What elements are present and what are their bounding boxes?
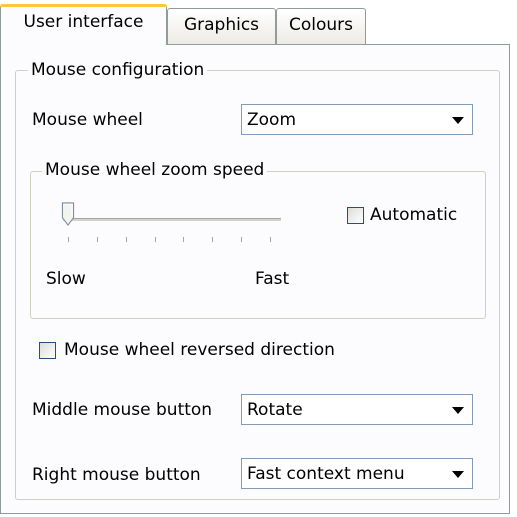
automatic-checkbox[interactable] <box>347 207 364 224</box>
reversed-direction-checkbox[interactable] <box>39 342 56 359</box>
slider-tick <box>241 237 243 242</box>
slider-tick <box>183 237 185 242</box>
middle-mouse-button-value: Rotate <box>247 400 303 420</box>
mouse-wheel-label: Mouse wheel <box>32 110 143 130</box>
slider-tick <box>212 237 214 242</box>
tab-graphics-label: Graphics <box>183 15 260 35</box>
slider-tick <box>96 237 98 242</box>
tab-colours[interactable]: Colours <box>276 8 366 44</box>
slow-label: Slow <box>46 269 86 289</box>
mouse-wheel-value: Zoom <box>247 110 297 130</box>
automatic-label[interactable]: Automatic <box>370 205 457 225</box>
mouse-configuration-title: Mouse configuration <box>28 60 208 80</box>
middle-mouse-button-label: Middle mouse button <box>32 400 213 420</box>
right-mouse-button-dropdown[interactable]: Fast context menu <box>241 458 473 489</box>
tab-strip: User interface Graphics Colours <box>0 0 517 45</box>
middle-mouse-button-dropdown[interactable]: Rotate <box>241 394 473 425</box>
fast-label: Fast <box>255 269 290 289</box>
right-mouse-button-value: Fast context menu <box>247 464 405 484</box>
tab-user-interface[interactable]: User interface <box>0 4 167 45</box>
slider-tick <box>154 237 156 242</box>
slider-tick <box>270 237 271 242</box>
mouse-wheel-dropdown[interactable]: Zoom <box>241 104 473 135</box>
tab-user-interface-label: User interface <box>23 12 144 32</box>
tab-graphics[interactable]: Graphics <box>167 8 276 44</box>
chevron-down-icon <box>452 117 464 124</box>
zoom-speed-track <box>63 218 281 221</box>
tab-colours-label: Colours <box>288 15 353 35</box>
tab-panel: Mouse configuration Mouse wheel Zoom Mou… <box>0 44 510 514</box>
zoom-speed-title: Mouse wheel zoom speed <box>42 160 268 180</box>
slider-tick <box>125 237 127 242</box>
zoom-speed-slider-thumb[interactable] <box>61 202 75 226</box>
zoom-speed-group <box>30 171 486 319</box>
slider-tick <box>68 237 69 242</box>
reversed-direction-label[interactable]: Mouse wheel reversed direction <box>64 340 335 360</box>
right-mouse-button-label: Right mouse button <box>32 465 201 485</box>
chevron-down-icon <box>452 407 464 414</box>
chevron-down-icon <box>452 471 464 478</box>
